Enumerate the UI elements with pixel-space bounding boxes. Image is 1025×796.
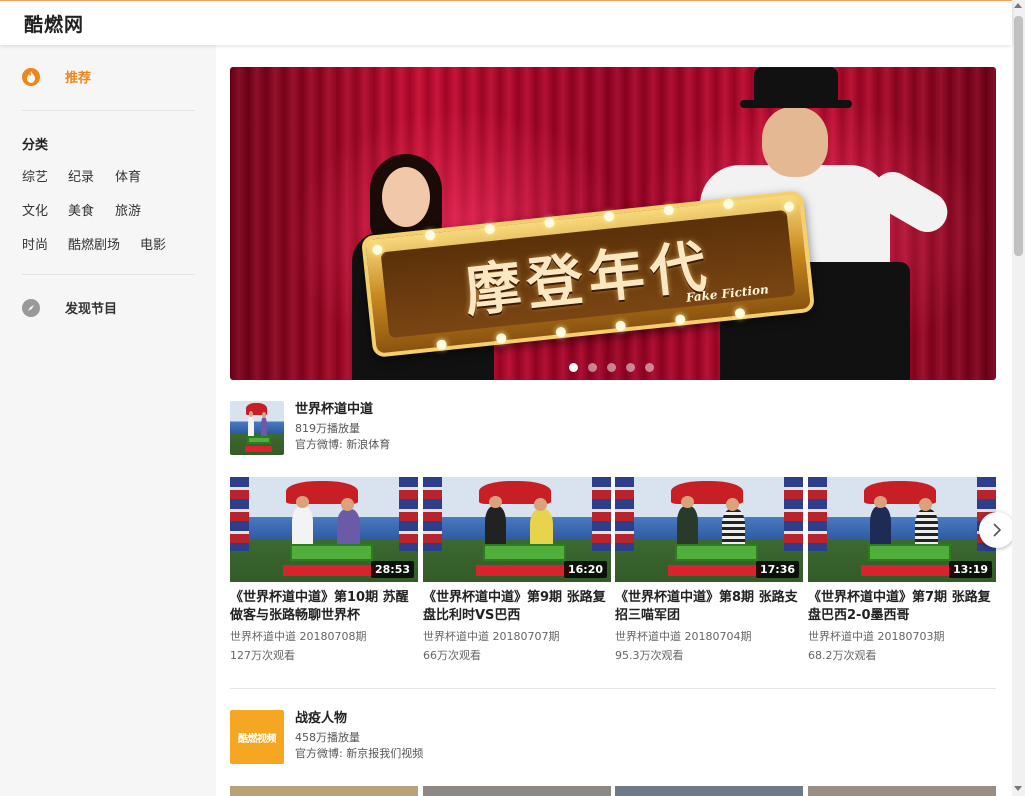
sign-bulb [663,204,675,216]
carousel-next-button[interactable] [979,512,1015,548]
sign-bulb [555,326,567,338]
video-thumbnail[interactable] [808,786,996,796]
video-title[interactable]: 《世界杯道中道》第7期 张路复盘巴西2-0墨西哥 [808,589,996,625]
channel-avatar-logo: 酷燃视频 [238,733,277,745]
banner-title-panel: 摩登年代 [380,209,796,339]
video-card[interactable]: 16:20 《世界杯道中道》第9期 张路复盘比利时VS巴西 世界杯道中道 201… [423,477,611,662]
category-fashion[interactable]: 时尚 [22,234,48,253]
site-logo[interactable]: 酷燃网 [24,10,84,37]
channel-plays: 458万播放量 [295,731,360,744]
banner-person [382,167,430,227]
channel-info: 世界杯道中道 819万播放量 官方微博: 新浪体育 [295,402,390,455]
sign-bulb [734,307,746,319]
sidebar: 推荐 分类 综艺 纪录 体育 文化 美食 旅游 时尚 酷燃剧场 电影 发现节目 [0,45,216,796]
sign-bulb [722,198,734,210]
banner-pagination [569,363,654,372]
banner-dot[interactable] [569,363,578,372]
channel-name[interactable]: 世界杯道中道 [295,402,390,417]
compass-icon [22,298,40,317]
flame-icon [22,67,40,86]
sign-bulb [783,201,795,213]
banner-dot[interactable] [626,363,635,372]
video-duration: 13:19 [948,561,992,578]
video-views: 68.2万次观看 [808,649,877,662]
video-episode: 世界杯道中道 20180707期 [423,630,560,643]
category-sports[interactable]: 体育 [115,166,141,185]
sidebar-divider [22,110,195,111]
video-thumbnail[interactable]: 17:36 [615,477,803,582]
category-culture[interactable]: 文化 [22,200,48,219]
banner-dot[interactable] [588,363,597,372]
hero-banner[interactable]: 摩登年代 Fake Fiction [230,67,996,380]
category-movie[interactable]: 电影 [140,234,166,253]
category-travel[interactable]: 旅游 [115,200,141,219]
category-variety[interactable]: 综艺 [22,166,48,185]
banner-person [740,100,852,108]
video-views: 95.3万次观看 [615,649,684,662]
channel-avatar-image [230,401,284,455]
video-episode: 世界杯道中道 20180708期 [230,630,367,643]
sign-bulb [436,339,448,351]
sign-bulb [543,217,555,229]
channel-plays: 819万播放量 [295,422,360,435]
sign-bulb [603,210,615,222]
video-views: 66万次观看 [423,649,481,662]
section-divider [230,688,996,689]
banner-person [762,107,828,177]
channel-info: 战疫人物 458万播放量 官方微博: 新京报我们视频 [295,711,423,764]
channel-name[interactable]: 战疫人物 [295,711,423,726]
channel-header[interactable]: 酷燃视频 战疫人物 458万播放量 官方微博: 新京报我们视频 [230,710,423,764]
video-duration: 28:53 [370,561,414,578]
channel-avatar[interactable]: 酷燃视频 [230,710,284,764]
top-bar: 酷燃网 [0,0,1012,45]
sidebar-item-label: 推荐 [65,71,92,86]
sign-bulb [424,229,436,241]
video-card[interactable]: 28:53 《世界杯道中道》第10期 苏醒做客与张路畅聊世界杯 世界杯道中道 2… [230,477,418,662]
sign-bulb [674,314,686,326]
banner-dot[interactable] [607,363,616,372]
channel-source[interactable]: 官方微博: 新京报我们视频 [295,747,423,760]
video-duration: 17:36 [755,561,799,578]
scrollbar-thumb[interactable] [1014,16,1023,256]
page-scrollbar[interactable] [1012,0,1025,796]
video-thumbnail[interactable] [615,786,803,796]
channel-avatar[interactable] [230,401,284,455]
video-thumbnail[interactable]: 13:19 [808,477,996,582]
video-views: 127万次观看 [230,649,295,662]
scroll-up-arrow-icon[interactable] [1014,3,1022,8]
video-duration: 16:20 [563,561,607,578]
category-title: 分类 [22,138,49,153]
channel-source[interactable]: 官方微博: 新浪体育 [295,438,390,451]
video-episode: 世界杯道中道 20180703期 [808,630,945,643]
chevron-right-icon [993,523,1002,537]
category-documentary[interactable]: 纪录 [68,166,94,185]
video-thumbnail[interactable]: 28:53 [230,477,418,582]
banner-title: 摩登年代 [461,232,716,325]
video-thumbnail[interactable]: 16:20 [423,477,611,582]
sidebar-item-recommend[interactable]: 推荐 [22,67,91,86]
video-thumbnail[interactable] [230,786,418,796]
sign-bulb [495,332,507,344]
video-card[interactable]: 17:36 《世界杯道中道》第8期 张路支招三喵军团 世界杯道中道 201807… [615,477,803,662]
video-episode: 世界杯道中道 20180704期 [615,630,752,643]
video-card[interactable]: 13:19 《世界杯道中道》第7期 张路复盘巴西2-0墨西哥 世界杯道中道 20… [808,477,996,662]
sign-bulb [615,320,627,332]
scroll-down-arrow-icon[interactable] [1014,786,1022,791]
sidebar-item-label: 发现节目 [65,302,118,317]
category-food[interactable]: 美食 [68,200,94,219]
sidebar-item-discover[interactable]: 发现节目 [22,298,117,317]
banner-dot[interactable] [645,363,654,372]
sign-bulb [484,223,496,235]
video-title[interactable]: 《世界杯道中道》第9期 张路复盘比利时VS巴西 [423,589,611,625]
video-title[interactable]: 《世界杯道中道》第10期 苏醒做客与张路畅聊世界杯 [230,589,418,625]
sidebar-divider [22,274,195,275]
category-theater[interactable]: 酷燃剧场 [68,234,120,253]
channel-header[interactable]: 世界杯道中道 819万播放量 官方微博: 新浪体育 [230,401,390,455]
video-title[interactable]: 《世界杯道中道》第8期 张路支招三喵军团 [615,589,803,625]
video-thumbnail[interactable] [423,786,611,796]
